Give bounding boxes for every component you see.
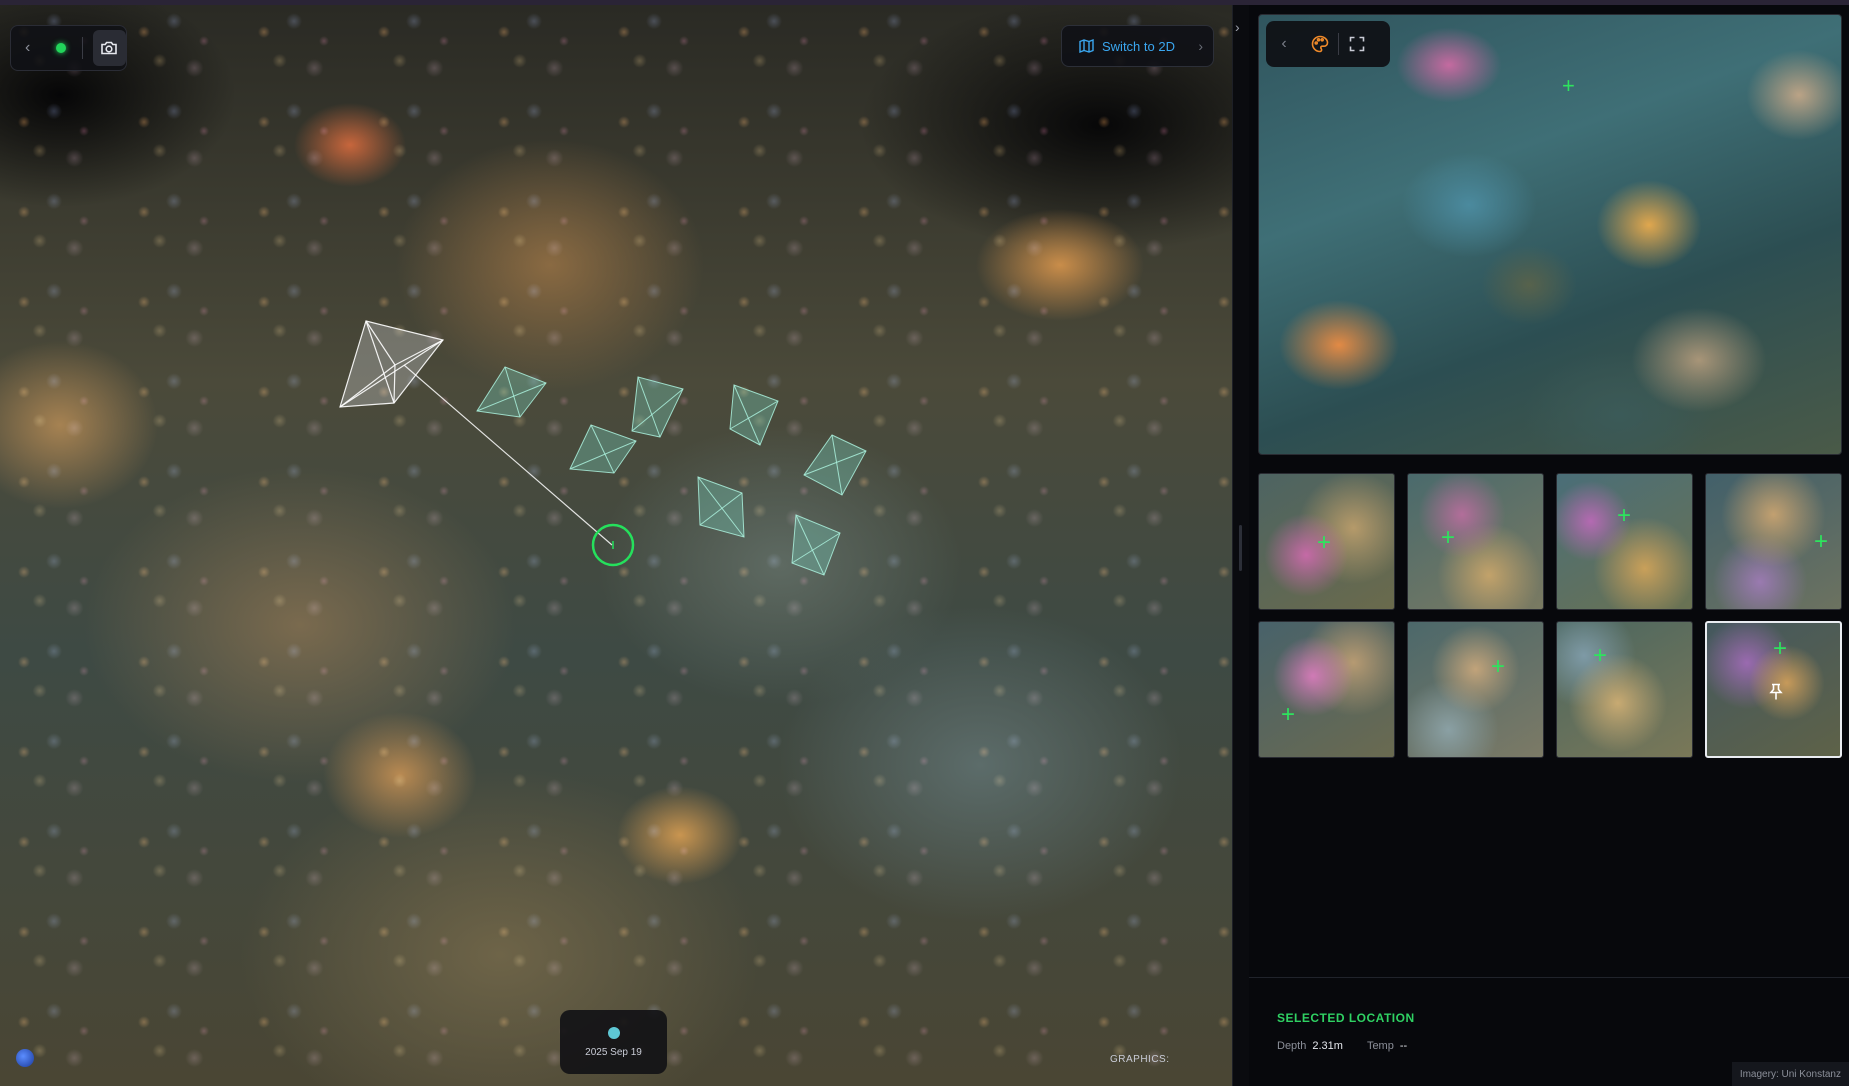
resize-handle[interactable] — [1239, 525, 1242, 571]
thumbnail-grid: + + + + + + + + — [1258, 473, 1842, 758]
palette-icon — [1311, 35, 1329, 53]
graphics-quality-label: GRAPHICS: — [1110, 1054, 1170, 1065]
camera-button[interactable] — [92, 30, 126, 66]
graphics-label-text: GRAPHICS: — [1110, 1054, 1170, 1065]
viewer-controls: ‹ — [10, 25, 127, 71]
back-button[interactable]: ‹ — [11, 30, 44, 66]
pin-icon[interactable] — [1769, 683, 1783, 701]
thumbnail-3[interactable]: + — [1556, 473, 1693, 610]
timeline-control[interactable]: 2025 Sep 19 — [560, 1010, 667, 1074]
switch-to-2d-button[interactable]: Switch to 2D › — [1061, 25, 1214, 67]
crosshair-icon: + — [1317, 529, 1332, 556]
location-crosshair-icon: + — [1562, 73, 1575, 98]
switch-to-2d-label: Switch to 2D — [1102, 38, 1175, 54]
photo-back-button[interactable]: ‹ — [1266, 26, 1302, 62]
selected-location-details: Depth 2.31m Temp -- — [1277, 1040, 1425, 1052]
thumbnail-2[interactable]: + — [1407, 473, 1544, 610]
fullscreen-icon — [1349, 36, 1365, 52]
crosshair-icon: + — [1617, 502, 1632, 529]
chevron-right-icon: › — [1198, 38, 1203, 54]
thumbnail-5[interactable]: + — [1258, 621, 1395, 758]
reef-3d-viewport[interactable]: ‹ Switch to 2D › 2025 Sep 19 GRAPHICS: — [0, 5, 1232, 1086]
crosshair-icon: + — [1593, 642, 1608, 669]
selected-camera-frustum[interactable] — [339, 320, 445, 408]
map-icon — [1079, 39, 1094, 53]
status-dot — [56, 43, 67, 53]
panel-separator — [1249, 977, 1849, 978]
panel-divider[interactable]: › — [1232, 5, 1249, 1086]
selected-location-title: SELECTED LOCATION — [1277, 1011, 1415, 1025]
depth-value: 2.31m — [1312, 1040, 1343, 1052]
thumbnail-1[interactable]: + — [1258, 473, 1395, 610]
imagery-credit: Imagery: Uni Konstanz — [1731, 1062, 1849, 1086]
thumbnail-7[interactable]: + — [1556, 621, 1693, 758]
thumbnail-8-selected[interactable]: + — [1705, 621, 1842, 758]
chevron-left-icon: ‹ — [25, 39, 31, 56]
collapse-panel-icon[interactable]: › — [1235, 19, 1240, 35]
crosshair-icon: + — [1491, 653, 1506, 680]
temp-label: Temp — [1366, 1040, 1394, 1052]
depth-label: Depth — [1277, 1040, 1307, 1052]
controls-separator — [81, 37, 83, 59]
timeline-date: 2025 Sep 19 — [585, 1046, 642, 1058]
color-palette-button[interactable] — [1302, 26, 1338, 62]
thumbnail-4[interactable]: + — [1705, 473, 1842, 610]
crosshair-icon: + — [1281, 701, 1296, 728]
camera-frustum-overlay — [339, 320, 867, 576]
crosshair-icon: + — [1814, 528, 1829, 555]
chevron-left-icon: ‹ — [1281, 35, 1287, 52]
photo-panel: + + + + + + + + + SELECTED LOCATION Dept… — [1249, 5, 1849, 1086]
globe-icon[interactable] — [16, 1049, 34, 1067]
fullscreen-button[interactable] — [1339, 26, 1375, 62]
photo-toolbar: ‹ — [1266, 21, 1390, 67]
main-reef-photo[interactable]: + — [1258, 14, 1842, 455]
status-indicator — [44, 30, 77, 66]
camera-icon — [101, 41, 118, 55]
crosshair-icon: + — [1441, 524, 1456, 551]
temp-value: -- — [1399, 1040, 1408, 1052]
crosshair-icon: + — [1773, 635, 1788, 662]
timeline-dot[interactable] — [607, 1026, 620, 1039]
thumbnail-6[interactable]: + — [1407, 621, 1544, 758]
camera-frusta[interactable] — [476, 366, 867, 576]
